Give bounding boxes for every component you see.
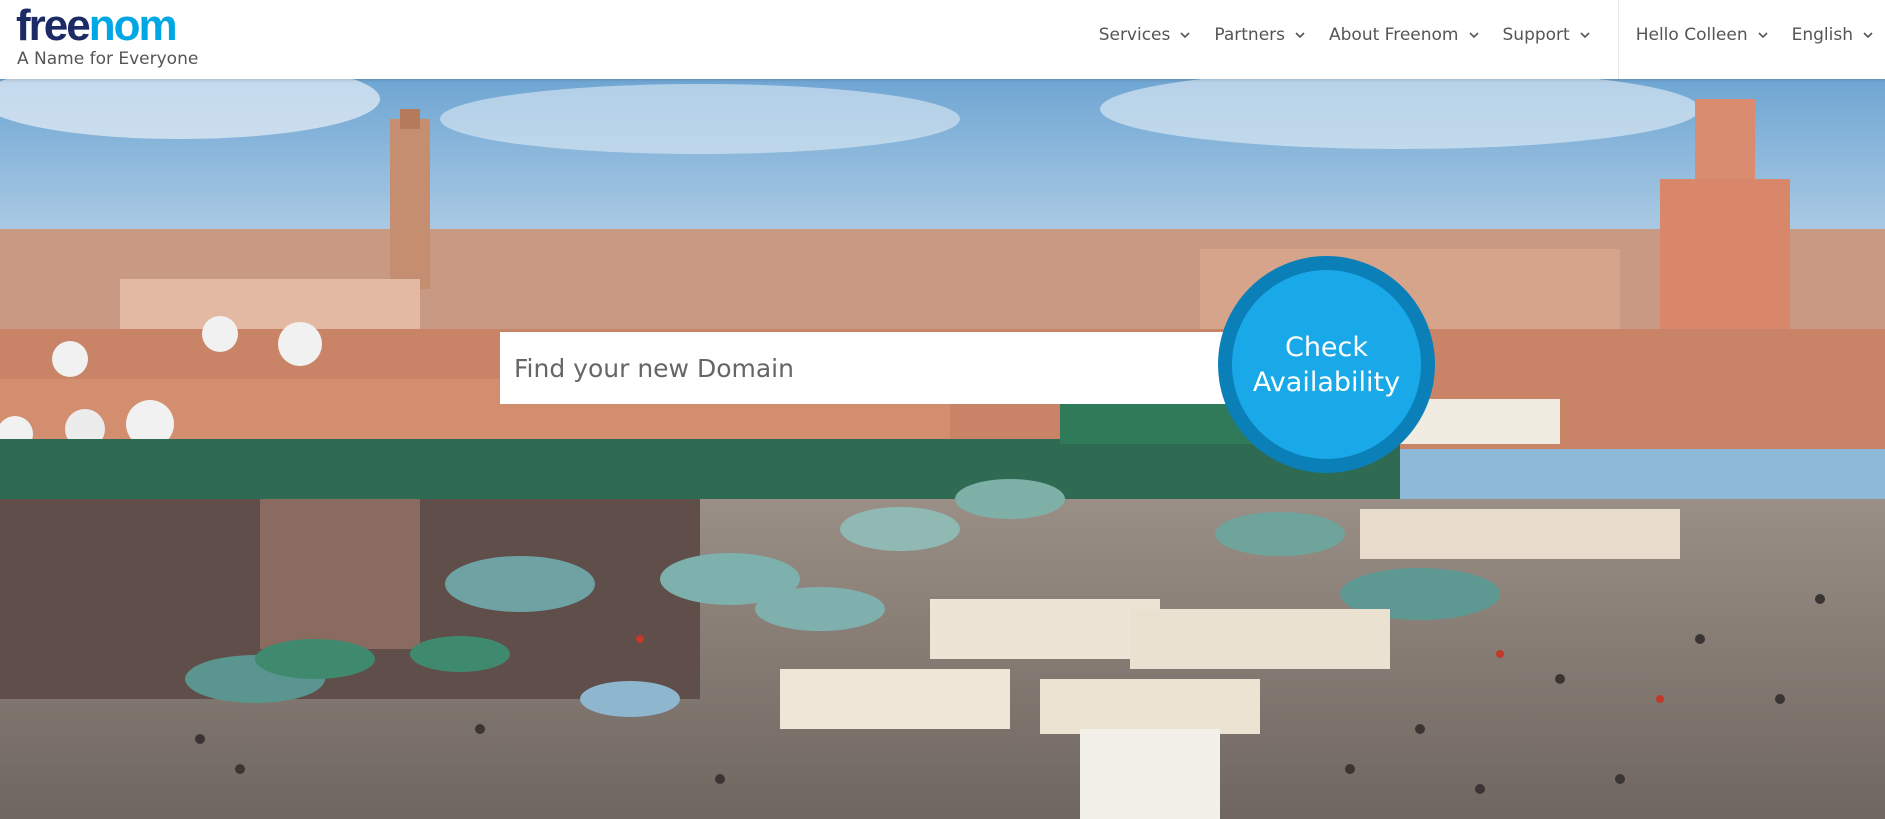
nav-item-partners[interactable]: Partners bbox=[1214, 25, 1307, 45]
chevron-down-icon bbox=[1468, 32, 1479, 39]
main-nav: Services Partners About Freenom Support … bbox=[1099, 22, 1885, 48]
nav-item-label: Partners bbox=[1214, 25, 1286, 45]
chevron-down-icon bbox=[1863, 32, 1873, 39]
check-availability-inner: Check Availability bbox=[1232, 270, 1421, 459]
logo-tagline: A Name for Everyone bbox=[17, 49, 199, 69]
nav-item-label: About Freenom bbox=[1329, 25, 1459, 45]
logo-word-free: free bbox=[16, 1, 91, 50]
nav-item-language[interactable]: English bbox=[1792, 25, 1875, 45]
chevron-down-icon bbox=[1580, 32, 1590, 39]
logo-word-nom: nom bbox=[88, 1, 178, 50]
nav-item-label: Services bbox=[1098, 25, 1171, 45]
nav-item-about[interactable]: About Freenom bbox=[1329, 25, 1480, 45]
nav-item-user-menu[interactable]: Hello Colleen bbox=[1636, 25, 1770, 45]
hero-banner: Check Availability bbox=[0, 79, 1885, 819]
check-availability-button[interactable]: Check Availability bbox=[1218, 256, 1435, 473]
freenom-logo[interactable]: freenom A Name for Everyone bbox=[16, 4, 199, 70]
nav-item-label: Support bbox=[1502, 25, 1570, 45]
check-label-line1: Check bbox=[1284, 331, 1369, 363]
site-header: freenom A Name for Everyone Services Par… bbox=[0, 0, 1885, 79]
chevron-down-icon bbox=[1758, 32, 1768, 39]
logo-wordmark: freenom bbox=[16, 4, 198, 48]
nav-item-services[interactable]: Services bbox=[1099, 25, 1193, 45]
nav-item-label: English bbox=[1791, 25, 1853, 45]
chevron-down-icon bbox=[1295, 32, 1305, 39]
nav-item-label: Hello Colleen bbox=[1635, 25, 1748, 45]
check-label-line2: Availability bbox=[1252, 366, 1401, 398]
check-availability-label: Check Availability bbox=[1247, 330, 1407, 400]
domain-search-input[interactable] bbox=[500, 332, 1235, 404]
domain-search-box bbox=[500, 332, 1235, 404]
marketplace-photo bbox=[0, 79, 1885, 819]
nav-item-support[interactable]: Support bbox=[1503, 25, 1592, 45]
chevron-down-icon bbox=[1180, 32, 1190, 39]
